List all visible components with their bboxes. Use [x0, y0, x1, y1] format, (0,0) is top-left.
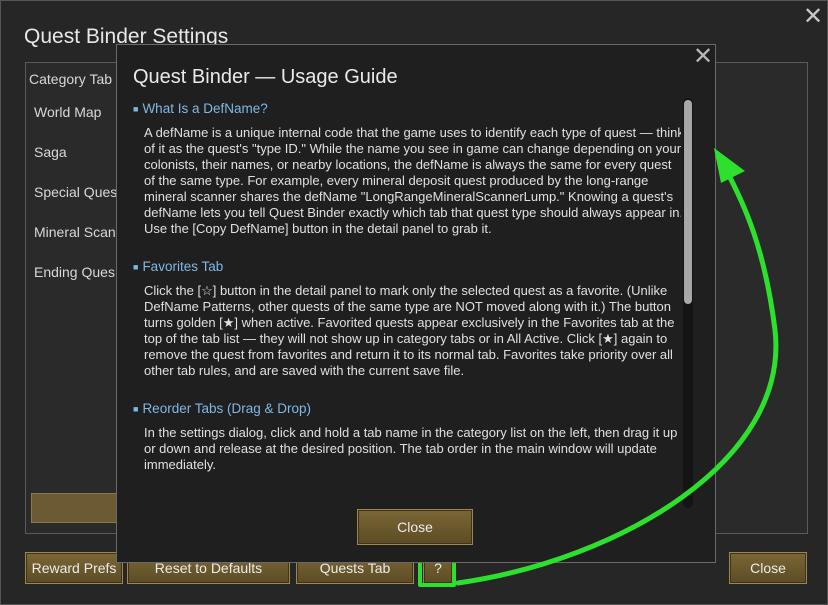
settings-close-icon[interactable]: ✕ [801, 5, 825, 29]
section-heading: ■ What Is a DefName? [133, 101, 681, 117]
category-item-mineral-scanner[interactable]: Mineral Scan [34, 224, 116, 240]
section-text: Click the [☆] button in the detail panel… [144, 283, 675, 378]
section-heading: ■ Reorder Tabs (Drag & Drop) [133, 401, 681, 417]
scrollbar-thumb[interactable] [684, 100, 692, 304]
category-item-special-quests[interactable]: Special Ques [34, 184, 117, 200]
square-bullet-icon: ■ [133, 262, 139, 272]
usage-guide-dialog: Quest Binder — Usage Guide ✕ ■ What Is a … [116, 44, 716, 563]
category-item-ending-quests[interactable]: Ending Ques [34, 264, 115, 280]
guide-scrollbar[interactable] [683, 98, 693, 508]
square-bullet-icon: ■ [133, 404, 139, 414]
category-item-world-map[interactable]: World Map [34, 104, 101, 120]
square-bullet-icon: ■ [133, 104, 139, 114]
settings-close-button[interactable]: Close [729, 552, 807, 584]
category-action-button[interactable] [31, 493, 121, 523]
section-text: A defName is a unique internal code that… [144, 125, 681, 236]
section-heading-text: Favorites Tab [142, 259, 224, 274]
section-text: In the settings dialog, click and hold a… [144, 425, 678, 472]
category-tabs-label: Category Tab [29, 71, 113, 87]
guide-content: ■ What Is a DefName? A defName is a uniqu… [133, 97, 681, 507]
category-item-saga[interactable]: Saga [34, 144, 67, 160]
guide-close-icon[interactable]: ✕ [691, 45, 715, 69]
section-heading-text: Reorder Tabs (Drag & Drop) [142, 401, 312, 416]
guide-title: Quest Binder — Usage Guide [133, 66, 398, 88]
section-heading: ■ Favorites Tab [133, 259, 681, 275]
reward-prefs-button[interactable]: Reward Prefs [25, 552, 123, 584]
section-heading-text: What Is a DefName? [142, 101, 268, 116]
guide-close-button[interactable]: Close [357, 509, 473, 545]
